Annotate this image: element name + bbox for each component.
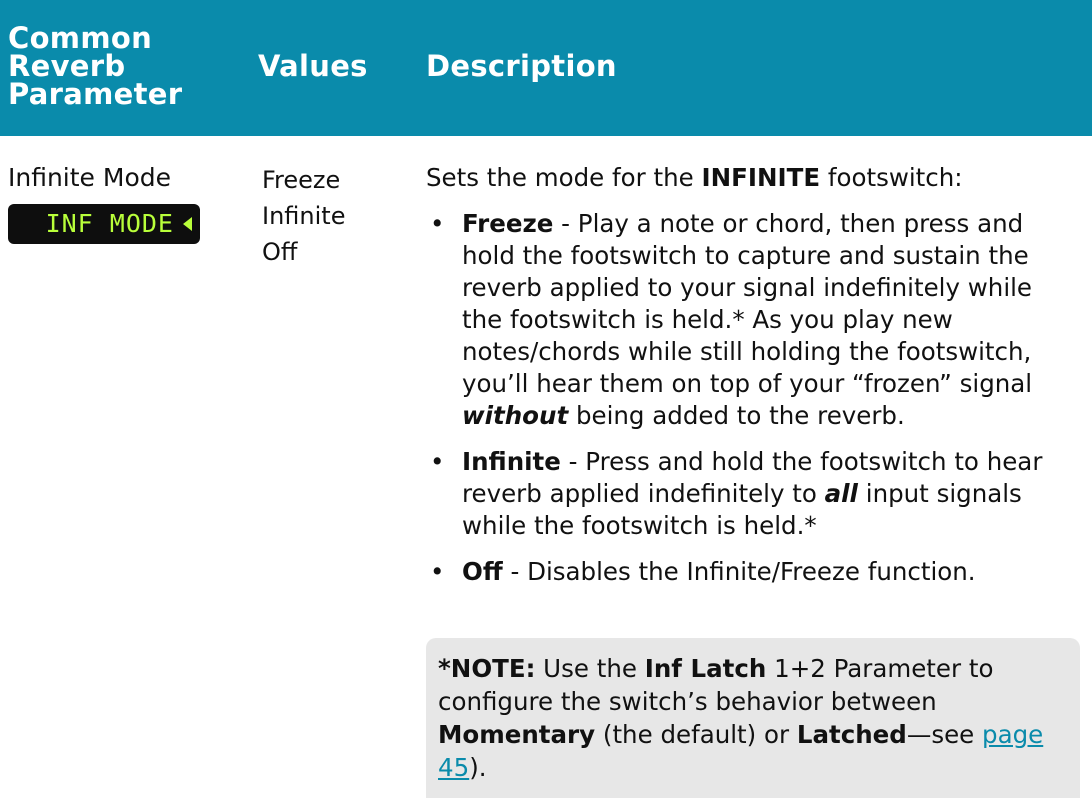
value-off: Off [262,238,298,266]
parameter-name: Infinite Mode [8,163,172,192]
value-freeze: Freeze [262,166,341,194]
bullet-icon: • [430,209,445,238]
lcd-display: INF MODE [8,204,200,244]
list-item-freeze: • Freeze - Play a note or chord, then pre… [430,209,1033,430]
value-infinite: Infinite [262,202,346,230]
header-values: Values [258,49,368,83]
list-item-off: • Off - Disables the Infinite/Freeze func… [430,557,976,586]
lcd-arrow-icon [183,217,192,231]
bullet-icon: • [430,447,445,476]
header-description: Description [426,49,617,83]
reverb-parameter-table: Common Reverb Parameter Values Descripti… [0,0,1092,798]
mode-list: • Freeze - Play a note or chord, then pre… [426,208,1076,588]
description-intro: Sets the mode for the INFINITE footswitc… [426,163,963,192]
table-header: Common Reverb Parameter Values Descripti… [0,0,1092,136]
bullet-icon: • [430,557,445,586]
values-cell: Freeze Infinite Off [262,162,402,270]
lcd-text: INF MODE [45,209,174,238]
description-cell: Sets the mode for the INFINITE footswitc… [426,162,1076,602]
list-item-infinite: • Infinite - Press and hold the footswitc… [430,447,1043,540]
header-parameter: Common Reverb Parameter [8,21,183,111]
parameter-cell: Infinite Mode INF MODE [8,162,228,244]
note-box: *NOTE: Use the Inf Latch 1+2 Parameter t… [426,638,1080,798]
